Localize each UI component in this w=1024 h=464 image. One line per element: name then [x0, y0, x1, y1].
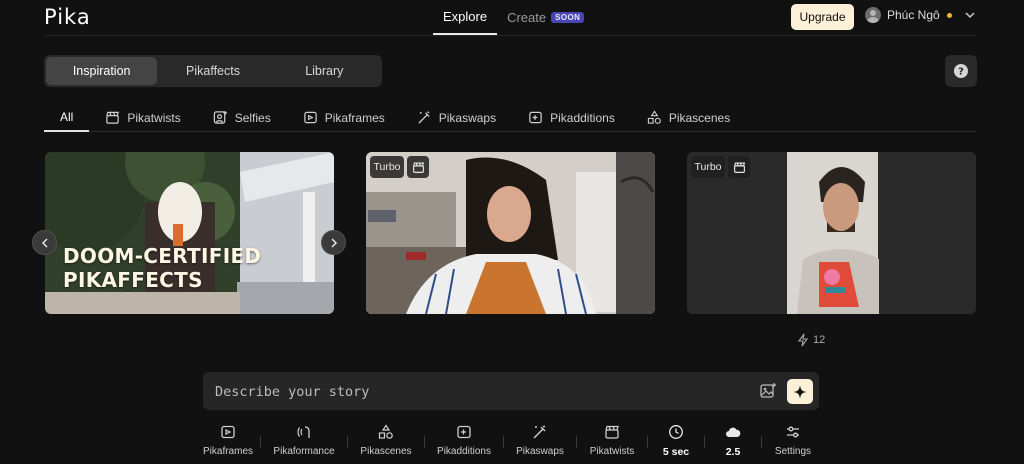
tool-pikatwists[interactable]: Pikatwists	[577, 422, 647, 457]
nav-create-label: Create	[507, 10, 547, 25]
clapper-badge	[407, 156, 429, 178]
add-image-icon[interactable]	[759, 382, 777, 400]
frames-icon	[221, 425, 235, 439]
prompt-bar	[203, 372, 819, 410]
headline-line-1: DOOM-CERTIFIED	[63, 244, 262, 268]
shapes-icon	[378, 424, 393, 439]
video-card[interactable]: DOOM-CERTIFIED PIKAFFECTS	[45, 152, 334, 314]
tab-inspiration[interactable]: Inspiration	[46, 57, 158, 85]
upgrade-button[interactable]: Upgrade	[791, 4, 854, 30]
filter-pikatwists[interactable]: Pikatwists	[105, 104, 181, 131]
turbo-badge: Turbo	[691, 156, 725, 178]
tool-pikaframes-label: Pikaframes	[202, 446, 253, 457]
filter-pikadditions-label: Pikadditions	[550, 110, 615, 125]
prompt-input[interactable]	[215, 381, 735, 403]
boost-count-value: 12	[813, 334, 826, 346]
help-button[interactable]: ?	[945, 55, 977, 87]
clapper-icon	[605, 425, 619, 439]
wand-icon	[533, 425, 546, 439]
settings-label: Settings	[774, 446, 812, 457]
duration-selector[interactable]: 5 sec	[648, 422, 704, 458]
clock-icon	[669, 425, 683, 439]
tool-pikaswaps-label: Pikaswaps	[516, 446, 564, 457]
tool-pikadditions-label: Pikadditions	[437, 446, 491, 457]
tool-pikaformance-label: Pikaformance	[273, 446, 335, 457]
wand-icon	[418, 111, 430, 124]
model-selector[interactable]: 2.5	[705, 422, 761, 458]
filter-all[interactable]: All	[44, 104, 90, 132]
model-value: 2.5	[725, 446, 741, 458]
shapes-icon	[647, 110, 661, 124]
top-nav: Explore Create SOON	[433, 0, 594, 35]
filter-pikadditions[interactable]: Pikadditions	[528, 104, 615, 131]
boost-count[interactable]: 12	[797, 333, 825, 347]
filter-selfies[interactable]: Selfies	[213, 104, 271, 131]
chevron-right-icon	[330, 237, 337, 248]
chevron-left-icon	[41, 237, 48, 248]
tool-pikatwists-label: Pikatwists	[589, 446, 635, 457]
user-name: Phúc Ngô	[887, 8, 940, 22]
soon-badge: SOON	[551, 12, 585, 23]
tool-pikascenes-label: Pikascenes	[360, 446, 412, 457]
category-filters: All Pikatwists Selfies Pikaframes Pikasw…	[44, 104, 977, 132]
pika-logo[interactable]: Pika	[44, 5, 91, 29]
clapper-icon	[733, 161, 745, 173]
generate-button[interactable]	[787, 379, 813, 404]
tool-pikaswaps[interactable]: Pikaswaps	[504, 422, 576, 457]
svg-text:?: ?	[958, 67, 964, 78]
nav-create[interactable]: Create SOON	[497, 0, 594, 35]
filter-pikaframes[interactable]: Pikaframes	[303, 104, 385, 131]
clapper-icon	[106, 111, 120, 124]
add-frame-icon	[529, 111, 542, 124]
avatar	[865, 7, 881, 23]
add-frame-icon	[457, 425, 471, 439]
chevron-down-icon[interactable]	[962, 7, 978, 23]
help-icon: ?	[954, 64, 968, 78]
nav-explore[interactable]: Explore	[433, 0, 498, 35]
sparkle-icon	[793, 384, 807, 399]
filter-pikaswaps[interactable]: Pikaswaps	[417, 104, 496, 131]
filter-pikatwists-label: Pikatwists	[127, 110, 181, 125]
status-dot	[946, 12, 952, 18]
carousel-next-button[interactable]	[321, 230, 346, 255]
settings-button[interactable]: Settings	[762, 422, 824, 457]
selfie-icon	[213, 110, 227, 124]
filter-selfies-label: Selfies	[234, 110, 271, 125]
filter-pikascenes-label: Pikascenes	[668, 110, 731, 125]
nav-explore-label: Explore	[443, 9, 488, 24]
video-card[interactable]: Turbo	[687, 152, 976, 314]
pikaformance-icon	[297, 426, 310, 438]
user-menu[interactable]: Phúc Ngô	[865, 7, 978, 23]
tab-library[interactable]: Library	[269, 57, 380, 85]
sliders-icon	[787, 426, 799, 438]
header-divider	[44, 35, 977, 36]
filter-pikascenes[interactable]: Pikascenes	[647, 104, 730, 131]
turbo-badge: Turbo	[370, 156, 404, 178]
generation-toolbar: Pikaframes Pikaformance Pikascenes Pikad…	[196, 422, 836, 462]
tool-pikadditions[interactable]: Pikadditions	[425, 422, 503, 457]
clapper-icon	[412, 161, 424, 173]
clapper-badge	[728, 156, 750, 178]
carousel-prev-button[interactable]	[32, 230, 57, 255]
filter-all-label: All	[60, 110, 74, 124]
filter-pikaframes-label: Pikaframes	[324, 110, 385, 125]
lightning-icon	[797, 333, 809, 347]
app-page: Pika Explore Create SOON Upgrade Phúc Ngô…	[0, 0, 1024, 464]
tab-pikaffects[interactable]: Pikaffects	[157, 57, 268, 85]
duration-value: 5 sec	[662, 446, 690, 458]
headline-line-2: PIKAFFECTS	[63, 268, 203, 292]
card-headline: DOOM-CERTIFIED PIKAFFECTS	[63, 244, 261, 292]
cloud-icon	[726, 427, 741, 437]
frames-icon	[303, 111, 317, 124]
filter-pikaswaps-label: Pikaswaps	[438, 110, 497, 125]
tool-pikascenes[interactable]: Pikascenes	[348, 422, 424, 457]
tool-pikaframes[interactable]: Pikaframes	[196, 422, 260, 457]
video-card[interactable]: Turbo	[366, 152, 655, 314]
section-tabs: Inspiration Pikaffects Library	[44, 55, 382, 87]
tool-pikaformance[interactable]: Pikaformance	[261, 422, 347, 457]
